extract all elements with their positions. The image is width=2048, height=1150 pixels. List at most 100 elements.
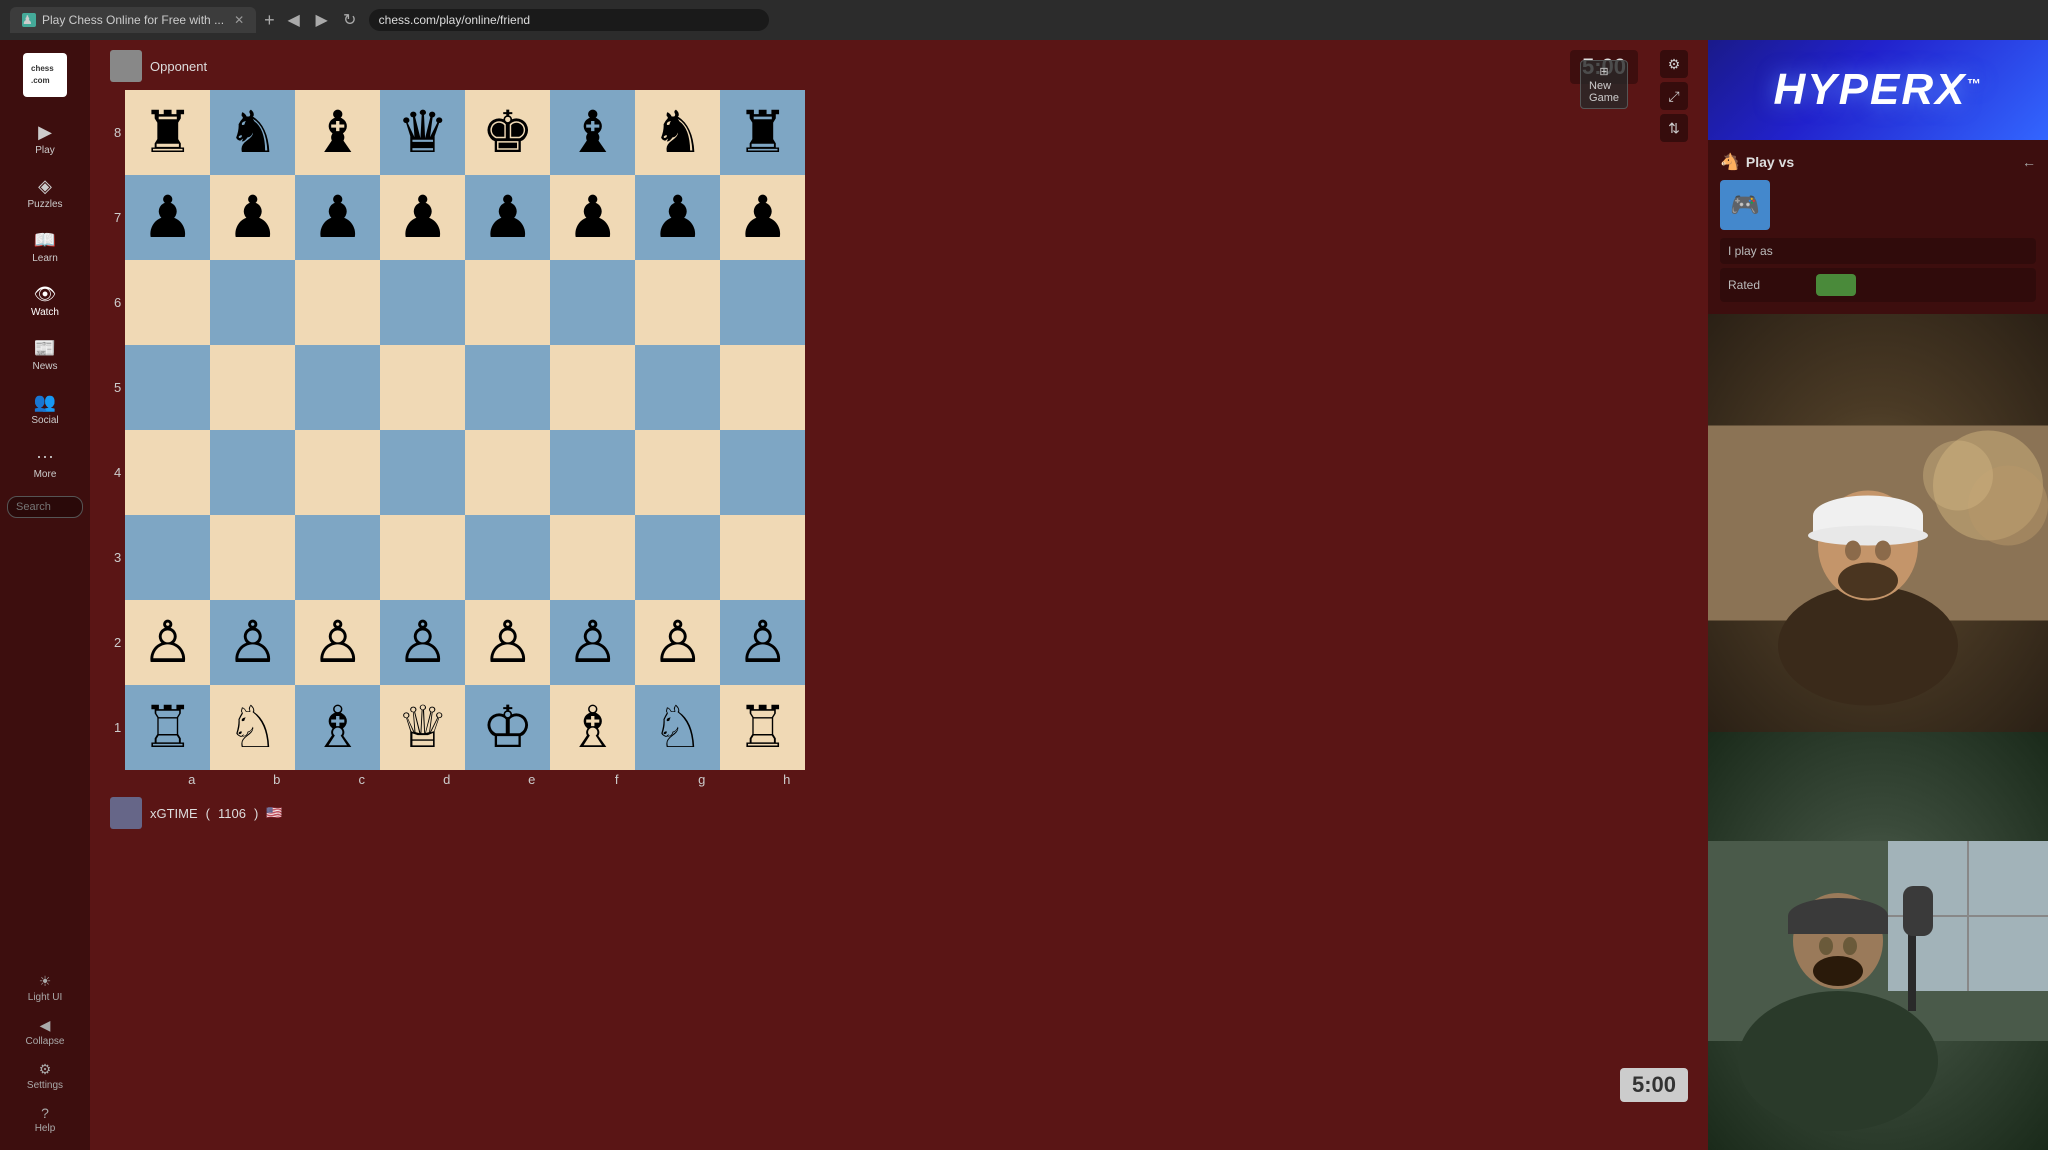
rated-toggle[interactable]	[1816, 274, 1856, 296]
cell-6-0[interactable]: ♙	[125, 600, 210, 685]
board-settings-button[interactable]: ⚙	[1660, 50, 1688, 78]
cell-6-5[interactable]: ♙	[550, 600, 635, 685]
back-arrow[interactable]: ←	[2022, 154, 2036, 170]
play-vs-icon: 🐴	[1720, 152, 1740, 172]
forward-button[interactable]: ▶	[311, 10, 333, 30]
cell-3-0[interactable]	[125, 345, 210, 430]
rated-row: Rated	[1720, 268, 2036, 302]
settings-button[interactable]: ⚙ Settings	[5, 1055, 85, 1097]
search-input[interactable]	[7, 496, 83, 518]
cell-0-1[interactable]: ♞	[210, 90, 295, 175]
cell-3-6[interactable]	[635, 345, 720, 430]
cell-4-1[interactable]	[210, 430, 295, 515]
cell-4-0[interactable]	[125, 430, 210, 515]
tab-close-button[interactable]: ✕	[234, 13, 244, 27]
col-label-e: e	[489, 772, 574, 787]
cell-1-4[interactable]: ♟	[465, 175, 550, 260]
chess-board[interactable]: ♜♞♝♛♚♝♞♜♟♟♟♟♟♟♟♟♙♙♙♙♙♙♙♙♖♘♗♕♔♗♘♖	[125, 90, 805, 770]
cell-3-3[interactable]	[380, 345, 465, 430]
cell-7-5[interactable]: ♗	[550, 685, 635, 770]
cell-5-6[interactable]	[635, 515, 720, 600]
cell-3-4[interactable]	[465, 345, 550, 430]
cell-3-1[interactable]	[210, 345, 295, 430]
help-label: Help	[35, 1123, 56, 1134]
cell-6-6[interactable]: ♙	[635, 600, 720, 685]
cell-1-7[interactable]: ♟	[720, 175, 805, 260]
cell-4-6[interactable]	[635, 430, 720, 515]
col-label-h: h	[744, 772, 829, 787]
cell-7-1[interactable]: ♘	[210, 685, 295, 770]
cell-2-7[interactable]	[720, 260, 805, 345]
address-bar[interactable]: chess.com/play/online/friend	[369, 9, 769, 31]
cell-5-4[interactable]	[465, 515, 550, 600]
cell-1-2[interactable]: ♟	[295, 175, 380, 260]
board-flip-button[interactable]: ⇅	[1660, 114, 1688, 142]
sidebar-item-learn[interactable]: 📖 Learn	[5, 222, 85, 272]
cell-0-6[interactable]: ♞	[635, 90, 720, 175]
back-button[interactable]: ◀	[283, 10, 305, 30]
cell-5-3[interactable]	[380, 515, 465, 600]
cell-1-0[interactable]: ♟	[125, 175, 210, 260]
help-button[interactable]: ? Help	[5, 1099, 85, 1140]
cell-0-0[interactable]: ♜	[125, 90, 210, 175]
cell-4-4[interactable]	[465, 430, 550, 515]
player-rating: (	[206, 806, 210, 821]
sidebar-item-social[interactable]: 👥 Social	[5, 384, 85, 434]
cell-0-2[interactable]: ♝	[295, 90, 380, 175]
cell-5-2[interactable]	[295, 515, 380, 600]
cell-0-5[interactable]: ♝	[550, 90, 635, 175]
cell-7-7[interactable]: ♖	[720, 685, 805, 770]
cell-0-7[interactable]: ♜	[720, 90, 805, 175]
cell-6-1[interactable]: ♙	[210, 600, 295, 685]
sidebar-item-more[interactable]: ··· More	[5, 438, 85, 488]
cell-6-7[interactable]: ♙	[720, 600, 805, 685]
cell-2-2[interactable]	[295, 260, 380, 345]
collapse-button[interactable]: ◀ Collapse	[5, 1011, 85, 1053]
cell-5-7[interactable]	[720, 515, 805, 600]
cell-4-5[interactable]	[550, 430, 635, 515]
light-ui-button[interactable]: ☀ Light UI	[5, 967, 85, 1009]
sidebar-item-news[interactable]: 📰 News	[5, 330, 85, 380]
cell-4-2[interactable]	[295, 430, 380, 515]
cell-4-3[interactable]	[380, 430, 465, 515]
cell-2-1[interactable]	[210, 260, 295, 345]
cell-0-3[interactable]: ♛	[380, 90, 465, 175]
cell-6-2[interactable]: ♙	[295, 600, 380, 685]
cell-1-6[interactable]: ♟	[635, 175, 720, 260]
cell-2-4[interactable]	[465, 260, 550, 345]
cell-7-3[interactable]: ♕	[380, 685, 465, 770]
cell-2-5[interactable]	[550, 260, 635, 345]
cell-3-7[interactable]	[720, 345, 805, 430]
cell-2-6[interactable]	[635, 260, 720, 345]
cell-7-4[interactable]: ♔	[465, 685, 550, 770]
cell-2-0[interactable]	[125, 260, 210, 345]
cell-5-0[interactable]	[125, 515, 210, 600]
reload-button[interactable]: ↻	[339, 10, 361, 30]
cell-3-5[interactable]	[550, 345, 635, 430]
new-tab-button[interactable]: +	[264, 10, 275, 31]
cell-3-2[interactable]	[295, 345, 380, 430]
sidebar-item-puzzles[interactable]: ◈ Puzzles	[5, 168, 85, 218]
light-ui-icon: ☀	[39, 973, 52, 990]
cell-7-0[interactable]: ♖	[125, 685, 210, 770]
cell-5-5[interactable]	[550, 515, 635, 600]
browser-tab[interactable]: ♟ Play Chess Online for Free with ... ✕	[10, 7, 256, 33]
board-expand-button[interactable]: ⤢	[1660, 82, 1688, 110]
cell-1-3[interactable]: ♟	[380, 175, 465, 260]
cell-6-4[interactable]: ♙	[465, 600, 550, 685]
cell-4-7[interactable]	[720, 430, 805, 515]
sidebar-item-play[interactable]: ▶ Play	[5, 114, 85, 164]
logo-image: chess .com	[23, 53, 67, 97]
player-rating-close: )	[254, 806, 258, 821]
sidebar-item-watch[interactable]: 👁 Watch	[5, 276, 85, 326]
cell-7-2[interactable]: ♗	[295, 685, 380, 770]
play-vs-header: 🐴 Play vs ←	[1720, 152, 2036, 172]
cell-0-4[interactable]: ♚	[465, 90, 550, 175]
cell-2-3[interactable]	[380, 260, 465, 345]
new-game-button[interactable]: ⊞ New Game	[1580, 60, 1628, 109]
cell-5-1[interactable]	[210, 515, 295, 600]
cell-6-3[interactable]: ♙	[380, 600, 465, 685]
cell-7-6[interactable]: ♘	[635, 685, 720, 770]
cell-1-5[interactable]: ♟	[550, 175, 635, 260]
cell-1-1[interactable]: ♟	[210, 175, 295, 260]
